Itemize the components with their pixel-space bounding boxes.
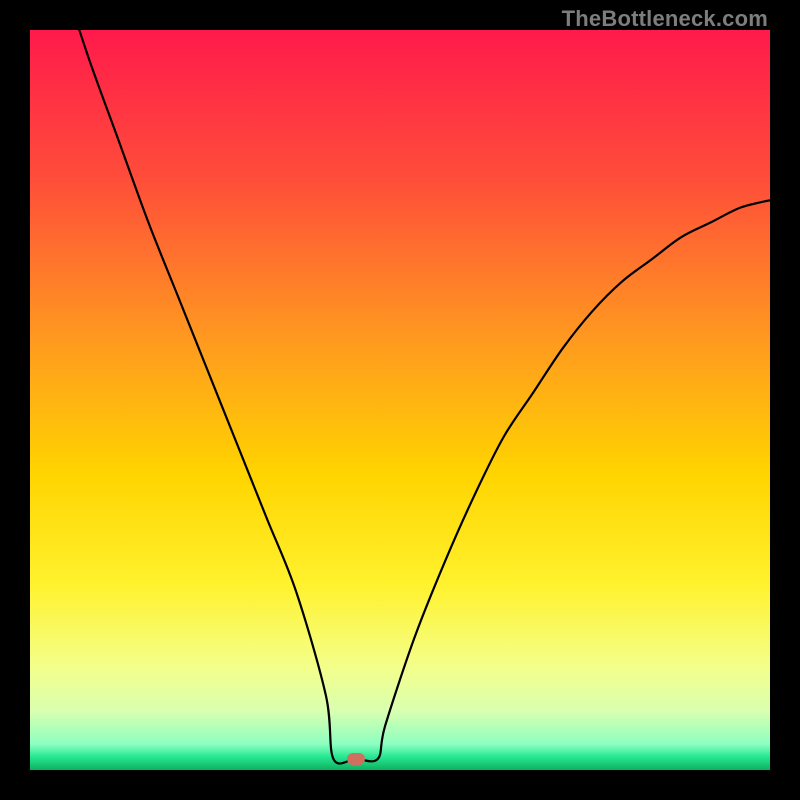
bottleneck-curve	[30, 30, 770, 770]
curve-path	[30, 30, 770, 764]
chart-frame: TheBottleneck.com	[0, 0, 800, 800]
watermark-text: TheBottleneck.com	[562, 6, 768, 32]
plot-area	[30, 30, 770, 770]
optimal-point-marker	[347, 753, 365, 765]
